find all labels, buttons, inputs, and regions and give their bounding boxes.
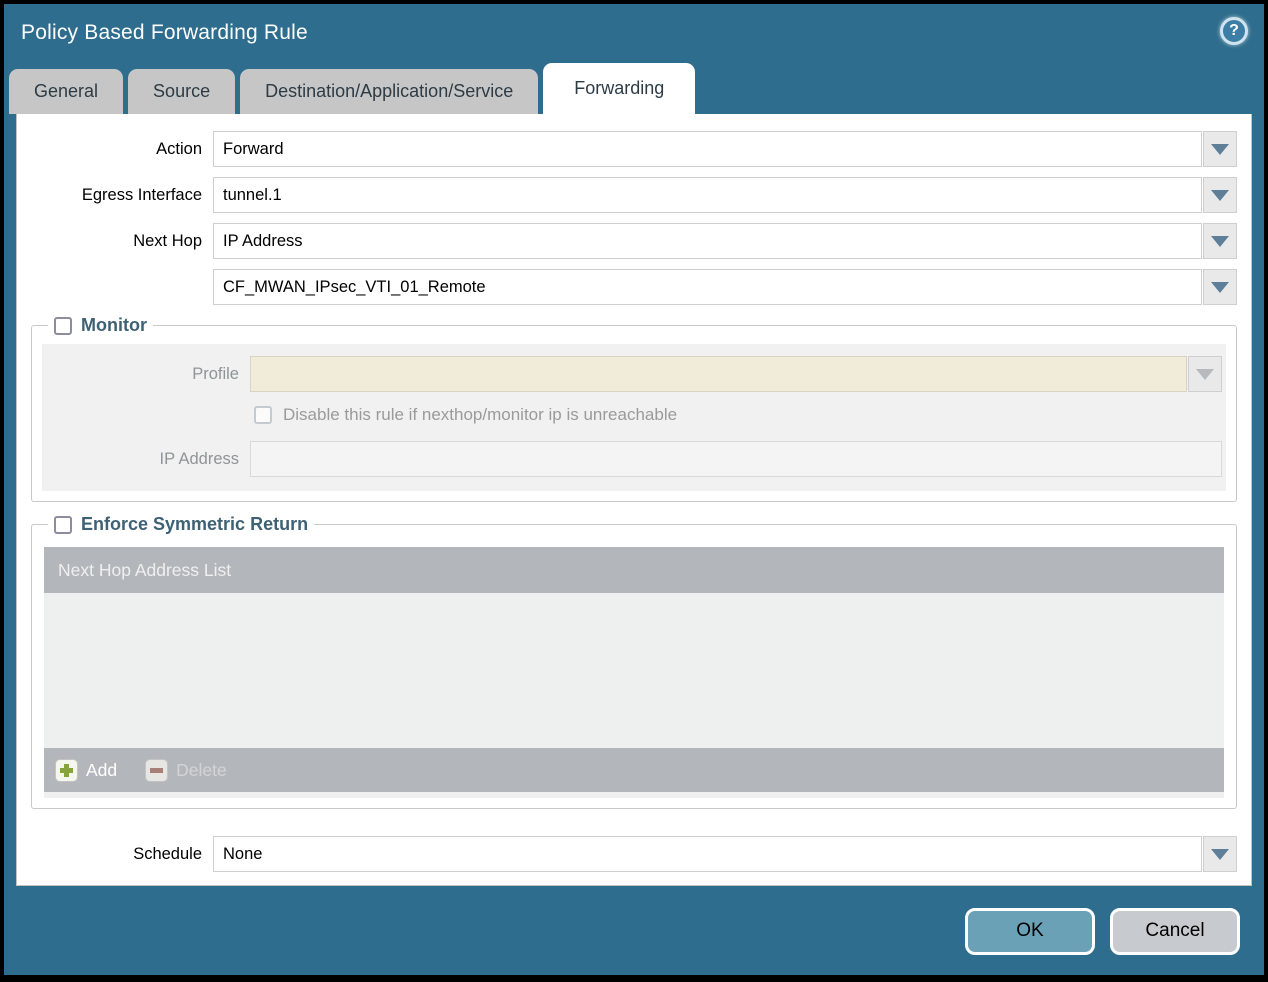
monitor-checkbox[interactable] bbox=[54, 316, 72, 335]
schedule-row: Schedule None bbox=[17, 836, 1237, 872]
action-row: Action Forward bbox=[17, 131, 1237, 167]
monitor-ip-address-row: IP Address bbox=[42, 441, 1222, 477]
tab-destination-application-service[interactable]: Destination/Application/Service bbox=[240, 69, 539, 114]
add-button-label: Add bbox=[86, 759, 118, 780]
policy-based-forwarding-rule-dialog: Policy Based Forwarding Rule ? General S… bbox=[0, 0, 1268, 982]
next-hop-type-select[interactable]: IP Address bbox=[213, 223, 1202, 259]
minus-icon bbox=[145, 758, 169, 782]
cancel-button[interactable]: Cancel bbox=[1110, 907, 1240, 955]
tab-source[interactable]: Source bbox=[128, 69, 236, 114]
next-hop-type-row: Next Hop IP Address bbox=[17, 223, 1237, 259]
next-hop-address-input[interactable]: CF_MWAN_IPsec_VTI_01_Remote bbox=[213, 269, 1202, 305]
chevron-down-icon bbox=[1211, 848, 1229, 860]
action-label: Action bbox=[156, 139, 202, 158]
delete-button: Delete bbox=[145, 758, 227, 782]
chevron-down-icon bbox=[1196, 368, 1214, 380]
chevron-down-icon bbox=[1211, 235, 1229, 247]
monitor-legend-label: Monitor bbox=[81, 315, 147, 335]
action-dropdown-button[interactable] bbox=[1203, 131, 1237, 167]
dialog-footer: OK Cancel bbox=[4, 886, 1264, 975]
egress-interface-row: Egress Interface tunnel.1 bbox=[17, 177, 1237, 213]
egress-interface-select[interactable]: tunnel.1 bbox=[213, 177, 1202, 213]
action-select[interactable]: Forward bbox=[213, 131, 1202, 167]
next-hop-type-dropdown-button[interactable] bbox=[1203, 223, 1237, 259]
monitor-section: Monitor Profile Disable this rule if nex… bbox=[31, 315, 1237, 502]
enforce-symmetric-return-legend: Enforce Symmetric Return bbox=[48, 514, 314, 535]
ok-button[interactable]: OK bbox=[965, 907, 1095, 955]
chevron-down-icon bbox=[1211, 281, 1229, 293]
next-hop-address-dropdown-button[interactable] bbox=[1203, 269, 1237, 305]
next-hop-address-list-header: Next Hop Address List bbox=[44, 547, 1224, 593]
monitor-profile-label: Profile bbox=[192, 364, 239, 383]
monitor-profile-row: Profile bbox=[42, 356, 1222, 392]
next-hop-address-list-toolbar: Add Delete bbox=[44, 748, 1224, 792]
dialog-title: Policy Based Forwarding Rule bbox=[21, 21, 308, 44]
delete-button-label: Delete bbox=[176, 759, 227, 780]
schedule-label: Schedule bbox=[133, 844, 202, 863]
disable-rule-label: Disable this rule if nexthop/monitor ip … bbox=[283, 405, 678, 424]
next-hop-address-table: Next Hop Address List Add Delete bbox=[44, 547, 1224, 792]
chevron-down-icon bbox=[1211, 189, 1229, 201]
disable-rule-checkbox bbox=[254, 406, 272, 424]
monitor-legend: Monitor bbox=[48, 315, 153, 336]
monitor-profile-dropdown-button bbox=[1188, 356, 1222, 392]
monitor-profile-select bbox=[250, 356, 1187, 392]
chevron-down-icon bbox=[1211, 143, 1229, 155]
schedule-select[interactable]: None bbox=[213, 836, 1202, 872]
enforce-symmetric-return-checkbox[interactable] bbox=[54, 515, 72, 534]
monitor-disable-rule-row: Disable this rule if nexthop/monitor ip … bbox=[254, 401, 1222, 429]
tab-forwarding[interactable]: Forwarding bbox=[543, 63, 696, 114]
tab-bar: General Source Destination/Application/S… bbox=[4, 62, 1264, 114]
enforce-symmetric-return-section: Enforce Symmetric Return Next Hop Addres… bbox=[31, 514, 1237, 809]
egress-interface-label: Egress Interface bbox=[81, 185, 202, 204]
next-hop-address-row: CF_MWAN_IPsec_VTI_01_Remote bbox=[17, 269, 1237, 305]
schedule-dropdown-button[interactable] bbox=[1203, 836, 1237, 872]
add-button[interactable]: Add bbox=[55, 758, 118, 782]
next-hop-address-list-body[interactable] bbox=[44, 593, 1224, 748]
monitor-panel: Profile Disable this rule if nexthop/mon… bbox=[42, 344, 1226, 491]
table-bottom-strip bbox=[44, 792, 1224, 798]
dialog-titlebar: Policy Based Forwarding Rule ? bbox=[4, 4, 1264, 62]
plus-icon bbox=[55, 758, 78, 782]
help-icon[interactable]: ? bbox=[1220, 17, 1248, 45]
tab-general[interactable]: General bbox=[9, 69, 124, 114]
next-hop-label: Next Hop bbox=[133, 231, 202, 250]
monitor-ip-address-label: IP Address bbox=[159, 449, 240, 468]
enforce-symmetric-return-legend-label: Enforce Symmetric Return bbox=[81, 514, 309, 534]
egress-interface-dropdown-button[interactable] bbox=[1203, 177, 1237, 213]
monitor-ip-address-input bbox=[250, 441, 1222, 477]
forwarding-tab-panel: Action Forward Egress Interface tunnel.1… bbox=[16, 114, 1252, 886]
